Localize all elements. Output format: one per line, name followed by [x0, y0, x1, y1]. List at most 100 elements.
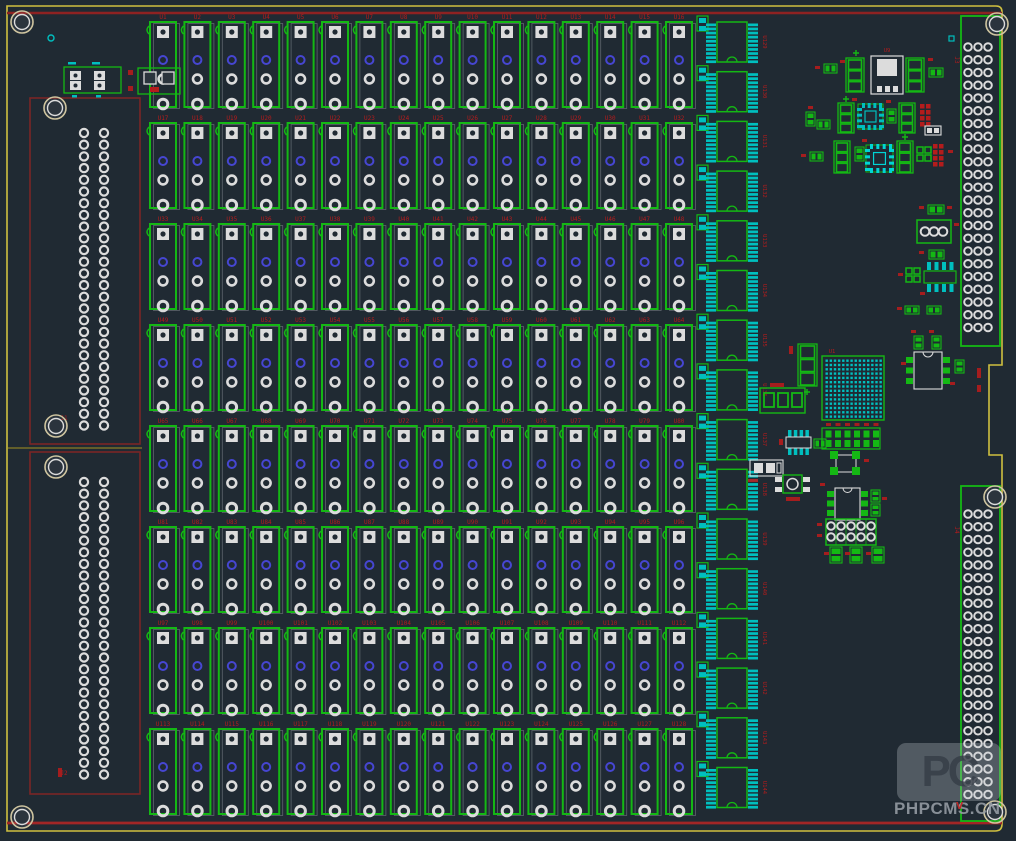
relay-footprint[interactable]: U124 — [525, 721, 558, 816]
relay-footprint[interactable]: U10 — [457, 14, 490, 109]
relay-footprint[interactable]: U120 — [388, 721, 421, 816]
ic-column[interactable]: U129U130U131U132U133U134U135U136U137U138… — [697, 16, 767, 809]
relay-footprint[interactable]: U63 — [629, 317, 662, 412]
relay-footprint[interactable]: U20 — [250, 115, 283, 210]
power-terminal-footprint[interactable] — [64, 62, 121, 98]
relay-footprint[interactable]: U111 — [629, 620, 662, 715]
three-pin-header[interactable] — [917, 220, 951, 243]
relay-footprint[interactable]: U59 — [491, 317, 524, 412]
relay-footprint[interactable]: U5 — [285, 14, 318, 109]
two-pad-footprint[interactable] — [905, 306, 919, 314]
relay-footprint[interactable]: U42 — [457, 216, 490, 311]
two-pad-footprint[interactable] — [928, 205, 944, 214]
soic-ic-footprint[interactable]: U136 — [697, 364, 767, 411]
two-pad-footprint[interactable] — [830, 547, 842, 563]
relay-footprint[interactable]: U29 — [560, 115, 593, 210]
relay-footprint[interactable]: U74 — [457, 418, 490, 513]
relay-footprint[interactable]: U32 — [663, 115, 696, 210]
relay-footprint[interactable]: U41 — [422, 216, 455, 311]
relay-footprint[interactable]: U62 — [594, 317, 627, 412]
relay-footprint[interactable]: U39 — [353, 216, 386, 311]
relay-footprint[interactable]: U22 — [319, 115, 352, 210]
relay-footprint[interactable]: U100 — [250, 620, 283, 715]
relay-footprint[interactable]: U103 — [353, 620, 386, 715]
relay-footprint[interactable]: U54 — [319, 317, 352, 412]
relay-footprint[interactable]: U123 — [491, 721, 524, 816]
left-edge-connector[interactable]: J1 — [30, 98, 140, 444]
relay-footprint[interactable]: U128 — [663, 721, 696, 816]
two-pad-footprint[interactable] — [887, 109, 896, 123]
relay-footprint[interactable]: U126 — [594, 721, 627, 816]
relay-footprint[interactable]: U23 — [353, 115, 386, 210]
relay-footprint[interactable]: U4 — [250, 14, 283, 109]
two-pad-footprint[interactable] — [814, 439, 826, 448]
two-pad-footprint[interactable] — [872, 547, 884, 563]
relay-footprint[interactable]: U84 — [250, 519, 283, 614]
bga-footprint[interactable]: U1 — [822, 349, 884, 420]
relay-footprint[interactable]: U8 — [388, 14, 421, 109]
soic-ic-footprint[interactable]: U130 — [697, 66, 767, 113]
relay-footprint[interactable]: U40 — [388, 216, 421, 311]
relay-footprint[interactable]: U116 — [250, 721, 283, 816]
soic-ic-footprint[interactable]: U143 — [697, 712, 767, 759]
two-pad-footprint[interactable] — [806, 112, 815, 126]
relay-footprint[interactable]: U15 — [629, 14, 662, 109]
relay-footprint[interactable]: U83 — [216, 519, 249, 614]
relay-footprint[interactable]: U17 — [147, 115, 180, 210]
relay-footprint[interactable]: U55 — [353, 317, 386, 412]
relay-footprint[interactable]: U71 — [353, 418, 386, 513]
soic-ic-footprint[interactable]: U131 — [697, 115, 767, 162]
relay-footprint[interactable]: U81 — [147, 519, 180, 614]
two-pad-footprint[interactable] — [817, 120, 830, 129]
relay-footprint[interactable]: U122 — [457, 721, 490, 816]
right-edge-connector[interactable]: J3 — [953, 16, 1000, 346]
relay-footprint[interactable]: U105 — [422, 620, 455, 715]
relay-footprint[interactable]: U119 — [353, 721, 386, 816]
relay-footprint[interactable]: U44 — [525, 216, 558, 311]
relay-footprint[interactable]: U64 — [663, 317, 696, 412]
relay-footprint[interactable]: U85 — [285, 519, 318, 614]
soic-ic-footprint[interactable]: U140 — [697, 563, 767, 610]
relay-footprint[interactable]: U56 — [388, 317, 421, 412]
relay-footprint[interactable]: U93 — [560, 519, 593, 614]
relay-footprint[interactable]: U61 — [560, 317, 593, 412]
two-pad-footprint[interactable] — [871, 490, 880, 502]
two-pad-footprint[interactable] — [929, 68, 943, 77]
relay-footprint[interactable]: U57 — [422, 317, 455, 412]
cap3-footprint[interactable] — [798, 344, 817, 386]
relay-footprint[interactable]: U94 — [594, 519, 627, 614]
relay-footprint[interactable]: U14 — [594, 14, 627, 109]
relay-footprint[interactable]: U118 — [319, 721, 352, 816]
relay-footprint[interactable]: U72 — [388, 418, 421, 513]
relay-footprint[interactable]: U45 — [560, 216, 593, 311]
two-pad-footprint[interactable] — [927, 306, 941, 314]
relay-footprint[interactable]: U96 — [663, 519, 696, 614]
relay-footprint[interactable]: U114 — [181, 721, 214, 816]
relay-footprint[interactable]: U28 — [525, 115, 558, 210]
soic-ic-footprint[interactable]: U135 — [697, 314, 767, 361]
relay-footprint[interactable]: U24 — [388, 115, 421, 210]
relay-footprint[interactable]: U18 — [181, 115, 214, 210]
relay-footprint[interactable]: U58 — [457, 317, 490, 412]
cap3-footprint[interactable] — [906, 58, 924, 92]
relay-footprint[interactable]: U3 — [216, 14, 249, 109]
relay-footprint[interactable]: U9 — [422, 14, 455, 109]
relay-footprint[interactable]: U49 — [147, 317, 180, 412]
cap3-footprint[interactable] — [834, 141, 850, 173]
relay-footprint[interactable]: U127 — [629, 721, 662, 816]
soic-ic-footprint[interactable]: U129 — [697, 16, 767, 63]
relay-footprint[interactable]: U95 — [629, 519, 662, 614]
soic-ic-footprint[interactable]: U137 — [697, 414, 767, 461]
two-pad-footprint[interactable] — [824, 64, 837, 73]
relay-footprint[interactable]: U75 — [491, 418, 524, 513]
relay-footprint-grid[interactable]: U1U2U3U4U5U6U7U8U9U10U11U12U13U14U15U16U… — [147, 14, 696, 816]
two-pad-footprint[interactable] — [955, 360, 964, 373]
relay-footprint[interactable]: U38 — [319, 216, 352, 311]
relay-footprint[interactable]: U50 — [181, 317, 214, 412]
relay-footprint[interactable]: U19 — [216, 115, 249, 210]
relay-footprint[interactable]: U33 — [147, 216, 180, 311]
soic8-footprint[interactable] — [924, 262, 956, 292]
left-edge-connector[interactable]: J2 — [30, 452, 140, 794]
two-pad-footprint[interactable] — [871, 504, 880, 516]
relay-footprint[interactable]: U98 — [181, 620, 214, 715]
